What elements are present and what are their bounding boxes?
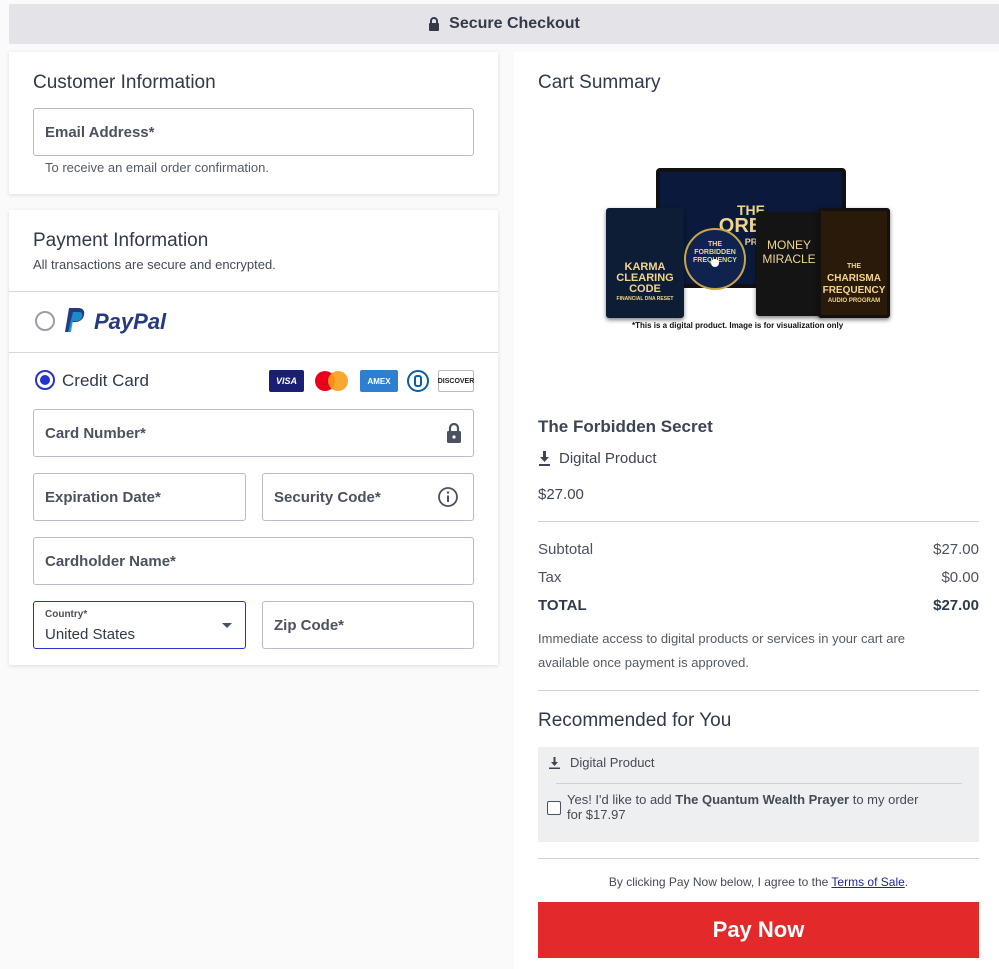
- customer-info-card: Customer Information Email Address* To r…: [9, 52, 498, 194]
- country-value: United States: [45, 626, 136, 643]
- karma-book: KARMA CLEARING CODE FINANCIAL DNA RESET: [606, 208, 684, 318]
- email-label: Email Address*: [45, 123, 155, 141]
- page-title: Secure Checkout: [449, 15, 580, 32]
- recommended-box: Digital Product Yes! I'd like to add The…: [538, 747, 979, 842]
- download-icon: [549, 756, 560, 769]
- money-book: MONEY MIRACLE: [756, 212, 822, 316]
- paypal-radio[interactable]: [35, 311, 55, 331]
- product-image: THE ORBID PR KARMA CLEARING CODE FINANCIAL…: [604, 166, 894, 336]
- access-note: Immediate access to digital products or …: [538, 631, 906, 670]
- diners-logo-icon: [405, 370, 431, 392]
- divider: [538, 690, 979, 691]
- secure-checkout-bar: Secure Checkout: [9, 4, 999, 44]
- amex-logo-icon: AMEX: [360, 370, 398, 392]
- expiration-date-label: Expiration Date*: [45, 488, 161, 506]
- credit-card-option[interactable]: Credit Card: [33, 368, 233, 394]
- divider: [538, 521, 979, 522]
- card-number-field[interactable]: Card Number*: [33, 409, 474, 457]
- info-icon[interactable]: [437, 486, 459, 508]
- recommended-type: Digital Product: [549, 755, 655, 770]
- product-name: The Forbidden Secret: [538, 417, 713, 436]
- divider: [9, 291, 498, 292]
- divider: [538, 858, 979, 859]
- payment-info-subtitle: All transactions are secure and encrypte…: [33, 257, 276, 272]
- email-helper-text: To receive an email order confirmation.: [45, 160, 269, 175]
- credit-card-label: Credit Card: [62, 371, 149, 390]
- visa-logo-icon: VISA: [269, 370, 304, 392]
- product-type: Digital Product: [538, 450, 657, 467]
- subtotal-row: Subtotal $27.00: [538, 541, 979, 558]
- mastercard-logo-icon: [313, 370, 353, 392]
- upsell-checkbox[interactable]: [547, 801, 561, 815]
- chevron-down-icon: [222, 623, 232, 628]
- terms-of-sale-link[interactable]: Terms of Sale: [831, 875, 904, 889]
- recommended-title: Recommended for You: [538, 710, 732, 731]
- cart-summary-title: Cart Summary: [538, 72, 661, 93]
- lock-icon: [447, 423, 461, 443]
- total-row: TOTAL $27.00: [538, 597, 979, 614]
- payment-info-card: Payment Information All transactions are…: [9, 210, 498, 665]
- download-icon: [539, 451, 550, 466]
- email-field[interactable]: Email Address*: [33, 108, 474, 156]
- charisma-book: THE CHARISMA FREQUENCY AUDIO PROGRAM: [818, 208, 890, 318]
- lock-icon: [429, 17, 440, 31]
- product-price: $27.00: [538, 486, 584, 503]
- paypal-label: PayPal: [94, 309, 167, 334]
- country-select[interactable]: Country* United States: [33, 601, 246, 649]
- tax-row: Tax $0.00: [538, 569, 979, 586]
- pay-now-button[interactable]: Pay Now: [538, 902, 979, 958]
- cart-summary-panel: Cart Summary THE ORBID PR KARMA CLEARING C…: [514, 52, 999, 969]
- cardholder-name-label: Cardholder Name*: [45, 552, 176, 570]
- cardholder-name-field[interactable]: Cardholder Name*: [33, 537, 474, 585]
- discover-logo-icon: DISCOVER: [438, 370, 474, 392]
- card-number-label: Card Number*: [45, 424, 146, 442]
- disc: THEFORBIDDENFREQUENCY: [684, 228, 746, 290]
- zip-code-label: Zip Code*: [274, 616, 344, 634]
- upsell-offer-text[interactable]: Yes! I'd like to add The Quantum Wealth …: [567, 792, 967, 822]
- image-caption: *This is a digital product. Image is for…: [632, 321, 844, 330]
- security-code-label: Security Code*: [274, 488, 381, 506]
- security-code-field[interactable]: Security Code*: [262, 473, 474, 521]
- paypal-option[interactable]: PayPal: [33, 306, 474, 336]
- country-label: Country*: [45, 609, 88, 620]
- credit-card-radio[interactable]: [35, 370, 55, 390]
- terms-text: By clicking Pay Now below, I agree to th…: [608, 875, 909, 889]
- expiration-date-field[interactable]: Expiration Date*: [33, 473, 246, 521]
- payment-info-title: Payment Information: [33, 230, 209, 251]
- divider: [9, 352, 498, 353]
- zip-code-field[interactable]: Zip Code*: [262, 601, 474, 649]
- customer-info-title: Customer Information: [33, 72, 216, 93]
- paypal-logo-icon: [65, 308, 85, 332]
